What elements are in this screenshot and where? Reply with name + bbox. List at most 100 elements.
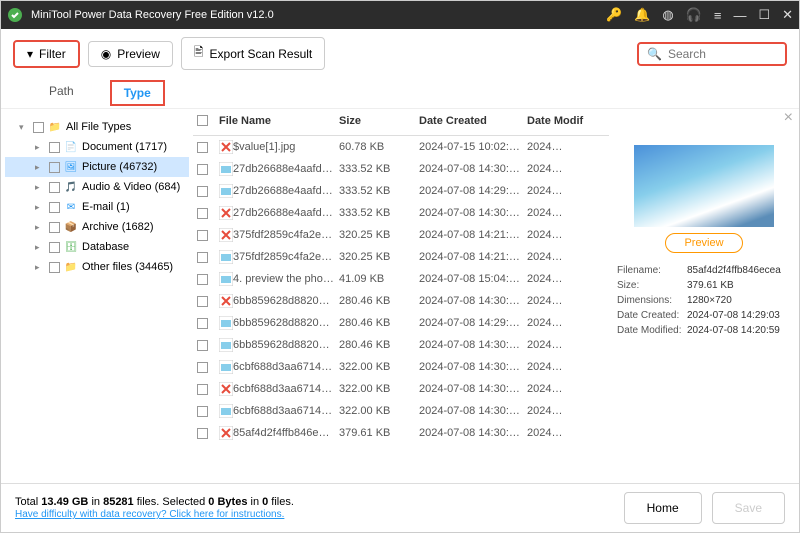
file-checkbox[interactable] (197, 362, 208, 373)
meta-dim-k: Dimensions: (617, 295, 687, 306)
col-modified[interactable]: Date Modif (527, 115, 587, 129)
file-modified: 2024… (527, 427, 577, 439)
folder-icon: 📁 (48, 120, 62, 134)
file-modified: 2024… (527, 229, 577, 241)
filter-label: Filter (39, 47, 66, 61)
file-row[interactable]: 85af4d2f4ffb846e…379.61 KB2024-07-08 14:… (193, 422, 609, 444)
file-row[interactable]: 27db26688e4aafd…333.52 KB2024-07-08 14:3… (193, 202, 609, 224)
file-type-icon (219, 228, 233, 242)
tree-checkbox[interactable] (49, 262, 60, 273)
filter-icon: ▾ (27, 47, 33, 61)
headset-icon[interactable]: 🎧 (686, 7, 702, 23)
globe-icon[interactable]: ◍ (662, 7, 673, 23)
file-checkbox[interactable] (197, 186, 208, 197)
file-row[interactable]: 27db26688e4aafd…333.52 KB2024-07-08 14:3… (193, 158, 609, 180)
file-row[interactable]: 375fdf2859c4fa2e…320.25 KB2024-07-08 14:… (193, 224, 609, 246)
file-row[interactable]: 4. preview the pho…41.09 KB2024-07-08 15… (193, 268, 609, 290)
home-button[interactable]: Home (624, 492, 702, 524)
file-size: 322.00 KB (339, 383, 419, 395)
filter-button[interactable]: ▾ Filter (13, 40, 80, 68)
file-checkbox[interactable] (197, 164, 208, 175)
file-row[interactable]: $value[1].jpg60.78 KB2024-07-15 10:02:…2… (193, 136, 609, 158)
file-checkbox[interactable] (197, 340, 208, 351)
tree-label: Document (1717) (82, 141, 167, 153)
file-type-icon (219, 206, 233, 220)
file-checkbox[interactable] (197, 230, 208, 241)
sidebar-item-3[interactable]: ▸🎵Audio & Video (684) (5, 177, 189, 197)
file-name: 6cbf688d3aa6714… (233, 405, 339, 417)
search-box[interactable]: 🔍 (637, 42, 787, 66)
close-icon[interactable]: ✕ (782, 7, 793, 23)
help-link[interactable]: Have difficulty with data recovery? Clic… (15, 509, 284, 520)
tree-checkbox[interactable] (49, 202, 60, 213)
file-checkbox[interactable] (197, 318, 208, 329)
search-input[interactable] (668, 47, 777, 61)
meta-created-k: Date Created: (617, 310, 687, 321)
preview-thumbnail (634, 145, 774, 227)
bell-icon[interactable]: 🔔 (634, 7, 650, 23)
col-created[interactable]: Date Created (419, 115, 527, 129)
sidebar-item-0[interactable]: ▾📁All File Types (5, 117, 189, 137)
sidebar-item-5[interactable]: ▸📦Archive (1682) (5, 217, 189, 237)
select-all-checkbox[interactable] (197, 115, 208, 126)
tree-checkbox[interactable] (33, 122, 44, 133)
file-name: 6cbf688d3aa6714… (233, 361, 339, 373)
file-row[interactable]: 27db26688e4aafd…333.52 KB2024-07-08 14:2… (193, 180, 609, 202)
tab-path[interactable]: Path (37, 80, 86, 106)
file-name: 27db26688e4aafd… (233, 185, 339, 197)
file-row[interactable]: 6bb859628d8820…280.46 KB2024-07-08 14:30… (193, 290, 609, 312)
mail-icon: ✉ (64, 200, 78, 214)
file-modified: 2024… (527, 405, 577, 417)
file-checkbox[interactable] (197, 428, 208, 439)
file-checkbox[interactable] (197, 274, 208, 285)
file-type-icon (219, 338, 233, 352)
chevron-icon: ▸ (35, 222, 45, 233)
file-list-header: File Name Size Date Created Date Modif (193, 109, 609, 136)
col-size[interactable]: Size (339, 115, 419, 129)
file-row[interactable]: 6cbf688d3aa6714…322.00 KB2024-07-08 14:3… (193, 400, 609, 422)
tree-checkbox[interactable] (49, 162, 60, 173)
file-row[interactable]: 6bb859628d8820…280.46 KB2024-07-08 14:30… (193, 334, 609, 356)
col-filename[interactable]: File Name (219, 115, 339, 129)
preview-close-icon[interactable]: × (784, 109, 793, 127)
sidebar-item-6[interactable]: ▸🗄Database (5, 237, 189, 257)
file-created: 2024-07-08 14:30:… (419, 163, 527, 175)
sidebar-item-2[interactable]: ▸🖼Picture (46732) (5, 157, 189, 177)
file-checkbox[interactable] (197, 406, 208, 417)
file-modified: 2024… (527, 207, 577, 219)
file-checkbox[interactable] (197, 208, 208, 219)
menu-icon[interactable]: ≡ (714, 8, 722, 23)
tree-checkbox[interactable] (49, 142, 60, 153)
file-row[interactable]: 375fdf2859c4fa2e…320.25 KB2024-07-08 14:… (193, 246, 609, 268)
tree-checkbox[interactable] (49, 222, 60, 233)
file-modified: 2024… (527, 251, 577, 263)
sidebar-item-4[interactable]: ▸✉E-mail (1) (5, 197, 189, 217)
file-checkbox[interactable] (197, 252, 208, 263)
file-row[interactable]: 6cbf688d3aa6714…322.00 KB2024-07-08 14:3… (193, 378, 609, 400)
meta-size-k: Size: (617, 280, 687, 291)
file-checkbox[interactable] (197, 296, 208, 307)
maximize-icon[interactable]: ☐ (758, 7, 770, 23)
minimize-icon[interactable]: — (733, 8, 746, 23)
chevron-icon: ▾ (19, 122, 29, 133)
tree-checkbox[interactable] (49, 182, 60, 193)
file-type-icon (219, 360, 233, 374)
file-checkbox[interactable] (197, 142, 208, 153)
file-row[interactable]: 6cbf688d3aa6714…322.00 KB2024-07-08 14:3… (193, 356, 609, 378)
tree-label: Database (82, 241, 129, 253)
tab-type[interactable]: Type (110, 80, 165, 106)
toolbar: ▾ Filter ◉ Preview 🖹 Export Scan Result … (1, 29, 799, 78)
file-name: 6cbf688d3aa6714… (233, 383, 339, 395)
save-button[interactable]: Save (712, 492, 785, 524)
preview-button[interactable]: ◉ Preview (88, 41, 173, 67)
preview-open-button[interactable]: Preview (665, 233, 742, 253)
file-checkbox[interactable] (197, 384, 208, 395)
tree-checkbox[interactable] (49, 242, 60, 253)
sidebar-item-1[interactable]: ▸📄Document (1717) (5, 137, 189, 157)
file-created: 2024-07-15 10:02:… (419, 141, 527, 153)
file-row[interactable]: 6bb859628d8820…280.46 KB2024-07-08 14:29… (193, 312, 609, 334)
export-button[interactable]: 🖹 Export Scan Result (181, 37, 325, 70)
key-icon[interactable]: 🔑 (606, 7, 622, 23)
sidebar-item-7[interactable]: ▸📁Other files (34465) (5, 257, 189, 277)
file-size: 379.61 KB (339, 427, 419, 439)
